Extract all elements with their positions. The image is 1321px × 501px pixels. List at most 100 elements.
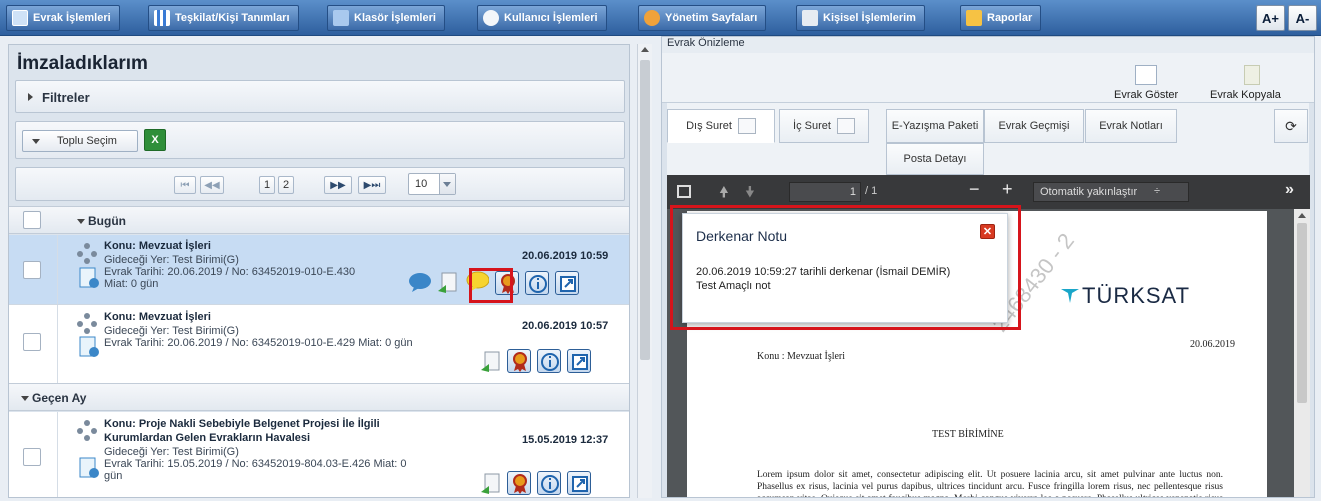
report-icon	[966, 10, 982, 26]
group-today-header[interactable]: Bugün	[9, 206, 629, 234]
approval-ribbon-button[interactable]	[507, 471, 531, 495]
tab-label: Dış Suret	[686, 120, 732, 132]
menu-kisisel-islemlerim[interactable]: Kişisel İşlemlerim	[796, 5, 925, 31]
expand-icon[interactable]	[836, 118, 855, 134]
row-datetime: 15.05.2019 12:37	[522, 434, 609, 446]
expand-icon[interactable]	[737, 118, 756, 134]
tab-label: İç Suret	[793, 120, 831, 132]
previous-page-icon[interactable]: 🠝	[719, 182, 729, 207]
page-1-button[interactable]: 1	[259, 176, 275, 194]
top-menu-bar: Evrak İşlemleri Teşkilat/Kişi Tanımları …	[0, 0, 1321, 36]
last-page-button[interactable]: ▶⏭	[358, 176, 386, 194]
open-document-button[interactable]	[567, 471, 591, 495]
filters-toggle[interactable]: Filtreler	[15, 80, 625, 113]
note-popup-highlight	[670, 205, 1021, 330]
scroll-up-icon[interactable]	[641, 47, 649, 52]
row-datetime: 20.06.2019 10:59	[522, 250, 609, 262]
turksat-logo-icon	[1059, 285, 1081, 305]
page-number-input[interactable]: 1	[789, 182, 861, 202]
open-document-button[interactable]	[567, 349, 591, 373]
next-page-button[interactable]: ▶▶	[324, 176, 352, 194]
info-button[interactable]	[537, 349, 561, 373]
row-checkbox[interactable]	[23, 333, 41, 351]
document-row[interactable]: Konu: Mevzuat İşleri Gideceği Yer: Test …	[9, 305, 629, 385]
tab-evrak-gecmisi[interactable]: Evrak Geçmişi	[984, 109, 1084, 143]
zoom-out-icon[interactable]: −	[969, 179, 980, 200]
document-row[interactable]: Konu: Proje Nakli Sebebiyle Belgenet Pro…	[9, 412, 629, 497]
preview-header: Evrak Önizleme	[662, 37, 1314, 53]
tab-e-yazisma-paketi[interactable]: E-Yazışma Paketi	[886, 109, 984, 143]
chevron-down-icon	[32, 139, 40, 144]
row-checkbox[interactable]	[23, 261, 41, 279]
menu-raporlar[interactable]: Raporlar	[960, 5, 1042, 31]
zoom-in-icon[interactable]: +	[1002, 179, 1013, 200]
scroll-up-icon[interactable]	[1298, 213, 1306, 218]
page-size-value: 10	[415, 178, 428, 190]
menu-klasor-islemleri[interactable]: Klasör İşlemleri	[327, 5, 445, 31]
row-destination: Gideceği Yer: Test Birimi(G)	[104, 254, 239, 266]
note-icon-highlight	[469, 268, 513, 303]
select-all-checkbox[interactable]	[23, 211, 41, 229]
scrollbar-thumb[interactable]	[1297, 223, 1307, 403]
document-recipient: TEST BİRİMİNE	[932, 429, 1004, 440]
copy-document-icon[interactable]	[1244, 65, 1260, 85]
row-subject: Konu: Proje Nakli Sebebiyle Belgenet Pro…	[104, 418, 380, 430]
document-subject: Konu : Mevzuat İşleri	[757, 351, 846, 362]
forward-document-icon[interactable]	[436, 271, 460, 295]
font-decrease-button[interactable]: A-	[1288, 5, 1317, 31]
row-info-extra: Miat: 0 gün	[104, 278, 159, 290]
copy-document-button[interactable]: Evrak Kopyala	[1210, 89, 1281, 101]
prev-page-button[interactable]: ◀◀	[200, 176, 224, 194]
menu-label: Kişisel İşlemlerim	[823, 12, 916, 24]
refresh-icon[interactable]: ⟳	[1274, 109, 1308, 143]
pdf-scrollbar[interactable]	[1294, 209, 1310, 497]
chevron-down-icon	[21, 396, 29, 401]
row-subject: Konu: Mevzuat İşleri	[104, 240, 211, 252]
tab-dis-suret[interactable]: Dış Suret	[667, 109, 775, 143]
tools-menu-icon[interactable]: »	[1285, 181, 1294, 199]
approval-ribbon-button[interactable]	[507, 349, 531, 373]
document-row[interactable]: Konu: Mevzuat İşleri Gideceği Yer: Test …	[9, 235, 629, 305]
tab-ic-suret[interactable]: İç Suret	[779, 109, 869, 143]
row-datetime: 20.06.2019 10:57	[522, 320, 609, 332]
sitemap-icon	[77, 313, 97, 334]
row-checkbox[interactable]	[23, 448, 41, 466]
signed-documents-panel: İmzaladıklarım Filtreler Toplu Seçim X ⏮…	[8, 44, 630, 498]
menu-kullanici-islemleri[interactable]: Kullanıcı İşlemleri	[477, 5, 607, 31]
excel-export-icon[interactable]: X	[144, 129, 166, 151]
preview-toolbar: Evrak Göster Evrak Kopyala	[662, 53, 1314, 103]
turksat-logo-text: TÜRKSAT	[1082, 283, 1191, 308]
row-info: Evrak Tarihi: 20.06.2019 / No: 63452019-…	[104, 337, 413, 349]
chevron-down-icon	[77, 219, 85, 224]
show-document-icon[interactable]	[1135, 65, 1157, 85]
row-info-extra: gün	[104, 470, 123, 482]
folder-icon	[333, 10, 349, 26]
bulk-select-button[interactable]: Toplu Seçim	[22, 130, 138, 152]
row-subject-line2: Kurumlardan Gelen Evrakların Havalesi	[104, 432, 311, 444]
page-size-select[interactable]: 10	[408, 173, 456, 195]
info-button[interactable]	[537, 471, 561, 495]
menu-evrak-islemleri[interactable]: Evrak İşlemleri	[6, 5, 120, 31]
info-button[interactable]	[525, 271, 549, 295]
tab-posta-detayi[interactable]: Posta Detayı	[886, 143, 984, 175]
forward-document-icon[interactable]	[479, 472, 503, 496]
menu-yonetim-sayfalari[interactable]: Yönetim Sayfaları	[638, 5, 767, 31]
next-page-icon[interactable]: 🠟	[745, 182, 755, 207]
first-page-button[interactable]: ⏮	[174, 176, 196, 194]
comment-icon[interactable]	[408, 271, 432, 295]
admin-icon	[644, 10, 660, 26]
preview-tabs: Dış Suret İç Suret E-Yazışma Paketi Evra…	[667, 103, 1309, 175]
zoom-select[interactable]: Otomatik yakınlaştır ÷	[1033, 182, 1189, 202]
left-panel-scrollbar[interactable]	[637, 44, 652, 498]
menu-teskilat-kisi[interactable]: Teşkilat/Kişi Tanımları	[148, 5, 299, 31]
forward-document-icon[interactable]	[479, 350, 503, 374]
scrollbar-thumb[interactable]	[640, 60, 650, 360]
group-last-month-header[interactable]: Geçen Ay	[9, 383, 629, 411]
font-increase-button[interactable]: A+	[1256, 5, 1285, 31]
show-document-button[interactable]: Evrak Göster	[1114, 89, 1178, 101]
tab-evrak-notlari[interactable]: Evrak Notları	[1085, 109, 1177, 143]
page-2-button[interactable]: 2	[278, 176, 294, 194]
row-destination: Gideceği Yer: Test Birimi(G)	[104, 325, 239, 337]
open-document-button[interactable]	[555, 271, 579, 295]
sidebar-toggle-icon[interactable]	[677, 185, 691, 198]
